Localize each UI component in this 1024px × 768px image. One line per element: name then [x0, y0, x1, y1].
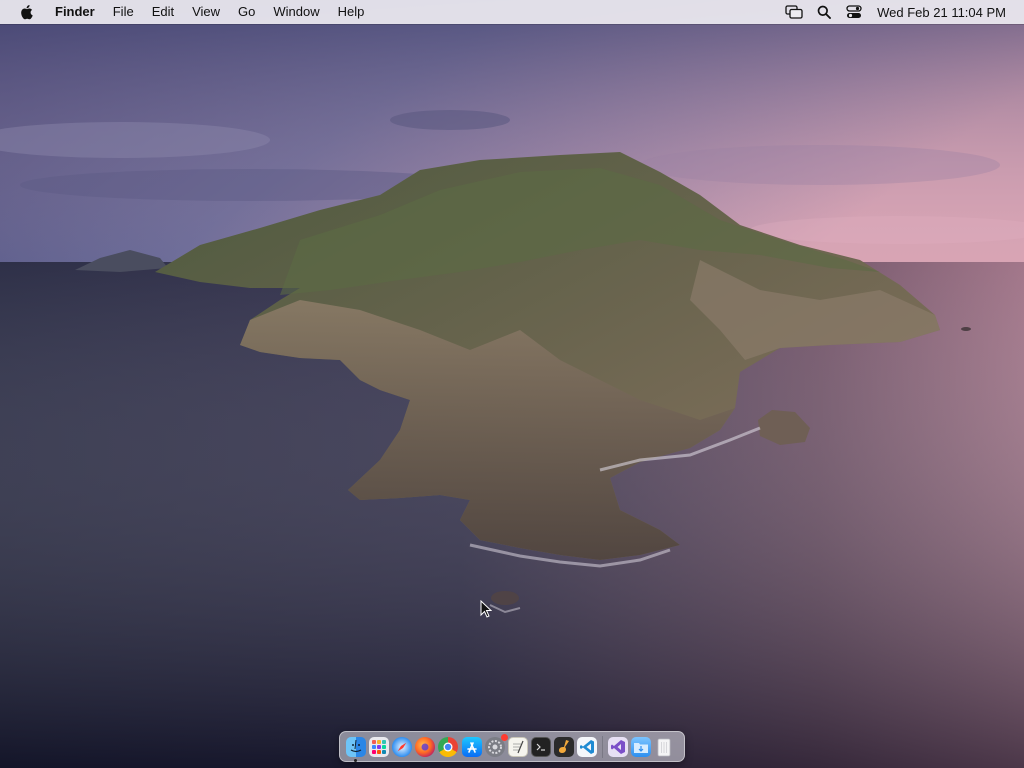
firefox-icon — [421, 743, 429, 750]
app-store-icon — [466, 741, 477, 753]
dock-visual-studio[interactable] — [607, 736, 628, 757]
menu-file[interactable]: File — [104, 0, 143, 24]
menu-bar-clock[interactable]: Wed Feb 21 11:04 PM — [877, 5, 1006, 20]
dock-safari[interactable] — [391, 736, 412, 757]
apple-logo-icon[interactable] — [17, 3, 35, 21]
visual-studio-icon — [610, 739, 625, 754]
running-indicator — [354, 758, 358, 762]
textedit-icon — [512, 740, 524, 753]
dock-finder[interactable] — [345, 736, 366, 762]
dock-firefox[interactable] — [415, 736, 436, 757]
spotlight-search-icon[interactable] — [813, 0, 835, 24]
terminal-icon — [536, 743, 546, 751]
dock-separator — [602, 735, 604, 758]
dock-textedit[interactable] — [507, 736, 528, 757]
finder-icon — [350, 739, 361, 752]
dock-trash[interactable] — [654, 737, 674, 757]
desktop-wallpaper — [0, 0, 1024, 768]
trash-icon — [657, 738, 671, 756]
downloads-folder-icon — [633, 742, 648, 753]
menu-app-name[interactable]: Finder — [45, 0, 104, 24]
dock — [339, 731, 685, 762]
menu-go[interactable]: Go — [229, 0, 264, 24]
dock-system-preferences[interactable] — [484, 733, 508, 757]
dock-garageband[interactable] — [554, 736, 575, 757]
dock-terminal[interactable] — [531, 736, 552, 757]
dock-vscode[interactable] — [577, 736, 598, 757]
control-center-icon[interactable] — [843, 0, 865, 24]
launchpad-icon — [371, 739, 386, 754]
desktop: Finder File Edit View Go Window Help Wed… — [0, 0, 1024, 768]
garageband-icon — [559, 739, 570, 753]
dock-app-store[interactable] — [461, 736, 482, 757]
safari-icon — [397, 742, 407, 751]
dock-chrome[interactable] — [438, 736, 459, 757]
menu-help[interactable]: Help — [329, 0, 374, 24]
dock-launchpad[interactable] — [368, 736, 389, 757]
system-preferences-icon — [487, 739, 502, 754]
chrome-icon — [443, 742, 453, 751]
notification-badge — [500, 733, 508, 741]
dock-downloads-folder[interactable] — [630, 736, 651, 757]
mouse-cursor-icon — [480, 600, 492, 618]
menu-window[interactable]: Window — [264, 0, 328, 24]
menu-view[interactable]: View — [183, 0, 229, 24]
menu-bar: Finder File Edit View Go Window Help Wed… — [0, 0, 1024, 24]
screen-mirroring-icon[interactable] — [783, 0, 805, 24]
vscode-icon — [580, 739, 595, 754]
menu-edit[interactable]: Edit — [143, 0, 183, 24]
